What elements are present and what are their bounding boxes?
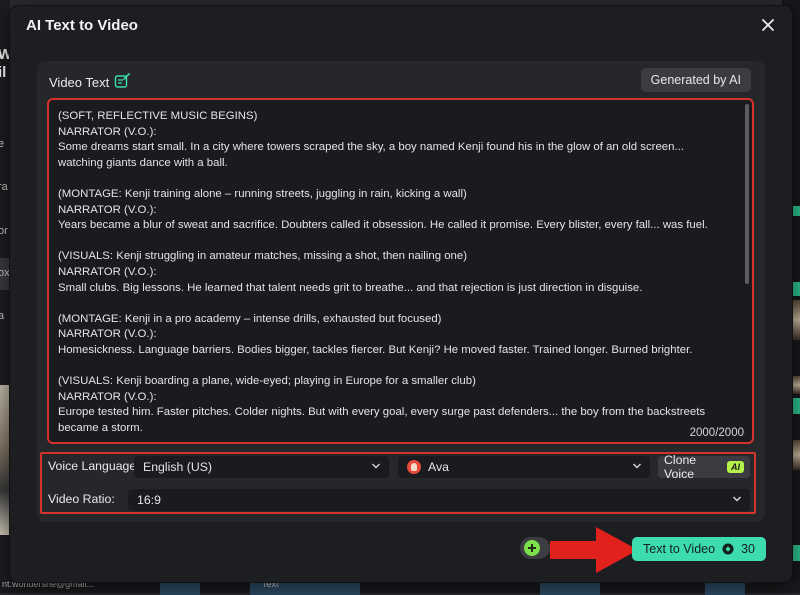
script-text[interactable]: (SOFT, REFLECTIVE MUSIC BEGINS) NARRATOR …: [58, 109, 733, 436]
background-app-left: W il e ra or ox a: [0, 0, 10, 593]
video-ratio-select[interactable]: 16:9: [128, 489, 750, 511]
annotation-arrow: [550, 527, 638, 573]
script-line: NARRATOR (V.O.):: [58, 390, 157, 403]
voice-language-value: English (US): [143, 460, 213, 474]
script-line: Some dreams start small. In a city where…: [58, 141, 684, 154]
voice-value: Ava: [428, 460, 449, 474]
script-line: NARRATOR (V.O.):: [58, 265, 157, 278]
textarea-scrollbar[interactable]: [745, 104, 749, 284]
generated-by-ai-button[interactable]: Generated by AI: [640, 68, 751, 92]
voice-select[interactable]: Ava: [398, 456, 650, 478]
bg-text-fragment: ox: [0, 267, 10, 279]
script-line: (VISUALS: Kenji boarding a plane, wide-e…: [58, 375, 476, 388]
ai-badge: AI: [727, 461, 744, 473]
voice-avatar: [407, 460, 421, 474]
text-to-video-label: Text to Video: [643, 542, 716, 556]
chevron-down-icon: [372, 463, 380, 469]
video-text-header: Video Text: [49, 73, 131, 92]
bg-text-fragment: a: [0, 310, 5, 322]
voice-language-label: Voice Language:: [48, 459, 140, 473]
script-line: NARRATOR (V.O.):: [58, 203, 157, 216]
script-line: Homesickness. Language barriers. Bodies …: [58, 343, 693, 356]
character-count: 2000/2000: [689, 427, 744, 439]
video-ratio-label: Video Ratio:: [48, 492, 115, 506]
edit-note-icon[interactable]: [114, 73, 131, 92]
plus-circle-icon: [524, 540, 540, 556]
voice-settings-section: Voice Language: English (US) Ava Clone V…: [40, 452, 756, 514]
script-blank-line: [58, 234, 733, 250]
ai-text-to-video-dialog: AI Text to Video Video Text Generated by…: [10, 6, 792, 582]
script-line: Small clubs. Big lessons. He learned tha…: [58, 281, 643, 294]
voice-language-select[interactable]: English (US): [134, 456, 389, 478]
bg-text-fragment: il: [0, 64, 7, 81]
script-line: became a storm.: [58, 421, 143, 434]
bg-text-fragment: e: [0, 138, 5, 150]
close-icon[interactable]: [758, 15, 778, 35]
video-text-label: Video Text: [49, 75, 110, 90]
dialog-title: AI Text to Video: [26, 17, 138, 34]
bg-text-fragment: W: [0, 46, 10, 63]
video-text-textarea[interactable]: (SOFT, REFLECTIVE MUSIC BEGINS) NARRATOR …: [47, 98, 754, 444]
video-text-panel: Video Text Generated by AI (SOFT, REFLEC…: [37, 61, 765, 522]
script-line: (SOFT, REFLECTIVE MUSIC BEGINS): [58, 110, 258, 122]
script-line: (VISUALS: Kenji struggling in amateur ma…: [58, 250, 468, 263]
script-line: Years became a blur of sweat and sacrifi…: [58, 219, 708, 232]
script-blank-line: [58, 171, 733, 187]
text-to-video-button[interactable]: Text to Video 30: [632, 537, 766, 561]
clone-voice-label: Clone Voice: [664, 453, 697, 481]
bg-text-fragment: ra: [0, 181, 8, 193]
clone-voice-button[interactable]: Clone Voice AI: [658, 453, 750, 481]
script-line: NARRATOR (V.O.):: [58, 125, 157, 138]
script-line: (MONTAGE: Kenji training alone – running…: [58, 187, 467, 200]
bg-thumbnail: [0, 385, 10, 535]
script-blank-line: [58, 296, 733, 312]
script-line: Europe tested him. Faster pitches. Colde…: [58, 406, 706, 419]
video-ratio-value: 16:9: [137, 493, 161, 507]
script-line: watching giants dance with a ball.: [58, 156, 228, 169]
add-credits-button[interactable]: [520, 537, 550, 559]
script-line: NARRATOR (V.O.):: [58, 328, 157, 341]
script-line: (MONTAGE: Kenji in a pro academy – inten…: [58, 312, 442, 325]
coin-icon: [722, 543, 734, 555]
chevron-down-icon: [633, 463, 641, 469]
script-blank-line: [58, 359, 733, 375]
bg-text-fragment: or: [0, 225, 8, 237]
credit-cost: 30: [741, 542, 755, 556]
chevron-down-icon: [733, 496, 741, 502]
